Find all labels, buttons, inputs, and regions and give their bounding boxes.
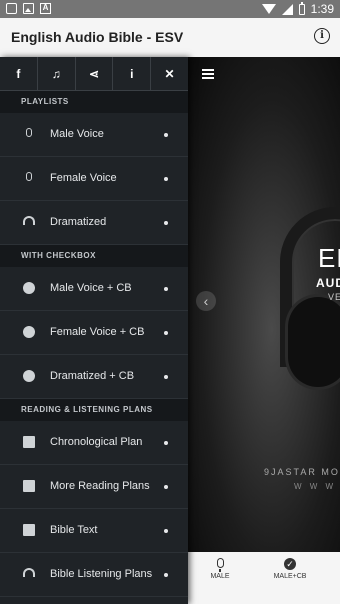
facebook-icon[interactable]: f (0, 57, 38, 90)
menu-item-bible-listening-plans[interactable]: Bible Listening Plans (0, 553, 188, 597)
headphones-icon (23, 216, 35, 225)
nav-male[interactable]: MALE (206, 558, 234, 580)
mic-icon (216, 558, 224, 572)
wifi-icon (261, 4, 276, 14)
dot-indicator (164, 133, 168, 137)
dot-indicator (164, 573, 168, 577)
nav-male-cb[interactable]: ✓ MALE+CB (270, 558, 310, 580)
menu-item-label: Dramatized + CB (50, 370, 135, 382)
dot-indicator (164, 485, 168, 489)
headphones-icon (23, 568, 35, 577)
menu-item-label: Male Voice (50, 128, 104, 140)
dot-indicator (164, 441, 168, 445)
app-bar: English Audio Bible - ESV i (0, 18, 340, 57)
check-circle-icon: ✓ (23, 370, 35, 382)
close-icon[interactable]: ✕ (151, 57, 188, 90)
menu-item-label: Male Voice + CB (50, 282, 132, 294)
nav-male-cb-label: MALE+CB (273, 573, 307, 580)
menu-item-dramatized-cb[interactable]: ✓ Dramatized + CB (0, 355, 188, 399)
mic-icon (26, 172, 32, 181)
book-plus-icon: + (23, 524, 35, 536)
book-plus-icon: + (23, 480, 35, 492)
menu-item-female-voice[interactable]: Female Voice (0, 157, 188, 201)
check-circle-icon: ✓ (23, 326, 35, 338)
brand-url: W W W . 9 (294, 482, 340, 491)
menu-item-chronological-plan[interactable]: + Chronological Plan (0, 421, 188, 465)
info-button[interactable]: i (314, 28, 330, 44)
signal-icon (281, 3, 293, 15)
menu-item-label: Dramatized (50, 216, 107, 228)
status-bar: A 1:39 (0, 0, 340, 18)
dot-indicator (164, 375, 168, 379)
check-circle-icon: ✓ (284, 558, 296, 570)
section-header-with-checkbox: WITH CHECKBOX (0, 245, 188, 267)
menu-item-label: Female Voice + CB (50, 326, 145, 338)
dot-indicator (164, 221, 168, 225)
nav-male-label: MALE (210, 573, 230, 580)
menu-item-dramatized[interactable]: Dramatized (0, 201, 188, 245)
cover-subtitle: AUD (316, 276, 340, 290)
menu-item-label: Bible Listening Plans (50, 568, 153, 580)
mic-icon (26, 128, 32, 137)
menu-item-label: More Reading Plans (50, 480, 150, 492)
menu-item-bible-text[interactable]: + Bible Text (0, 509, 188, 553)
notification-icon (6, 3, 17, 14)
info-icon[interactable]: i (113, 57, 152, 90)
clock: 1:39 (310, 2, 334, 16)
dot-indicator (164, 287, 168, 291)
app-title: English Audio Bible - ESV (11, 29, 184, 45)
brand-text: 9JASTAR MO (264, 467, 340, 477)
menu-item-label: Bible Text (50, 524, 98, 536)
music-icon[interactable]: ♫ (38, 57, 76, 90)
dot-indicator (164, 331, 168, 335)
dot-indicator (164, 529, 168, 533)
menu-item-more-reading-plans[interactable]: + More Reading Plans (0, 465, 188, 509)
previous-arrow-icon[interactable]: ‹ (196, 291, 216, 311)
check-circle-icon: ✓ (23, 282, 35, 294)
drawer-toolbar: f ♫ ⋖ i ✕ (0, 57, 188, 91)
menu-item-male-voice[interactable]: Male Voice (0, 113, 188, 157)
section-header-plans: READING & LISTENING PLANS (0, 399, 188, 421)
navigation-drawer: f ♫ ⋖ i ✕ PLAYLISTS Male Voice Female Vo… (0, 57, 188, 604)
dot-indicator (164, 177, 168, 181)
hamburger-menu-icon[interactable] (202, 69, 214, 79)
book-plus-icon: + (23, 436, 35, 448)
app-a-icon: A (40, 3, 51, 14)
headphone-cup (288, 297, 340, 387)
menu-item-label: Chronological Plan (50, 436, 143, 448)
section-header-playlists: PLAYLISTS (0, 91, 188, 113)
notification-icons: A (6, 3, 51, 14)
main-content: ‹ EN AUD VER 9JASTAR MO W W W . 9 (188, 57, 340, 552)
battery-icon (298, 1, 305, 15)
cover-title: EN (318, 243, 340, 273)
cover-version: VER (328, 292, 340, 302)
menu-item-male-voice-cb[interactable]: ✓ Male Voice + CB (0, 267, 188, 311)
bottom-nav: MALE ✓ MALE+CB (188, 552, 340, 604)
menu-item-female-voice-cb[interactable]: ✓ Female Voice + CB (0, 311, 188, 355)
image-icon (23, 3, 34, 14)
system-icons: 1:39 (261, 1, 334, 16)
share-icon[interactable]: ⋖ (76, 57, 114, 90)
menu-item-label: Female Voice (50, 172, 117, 184)
